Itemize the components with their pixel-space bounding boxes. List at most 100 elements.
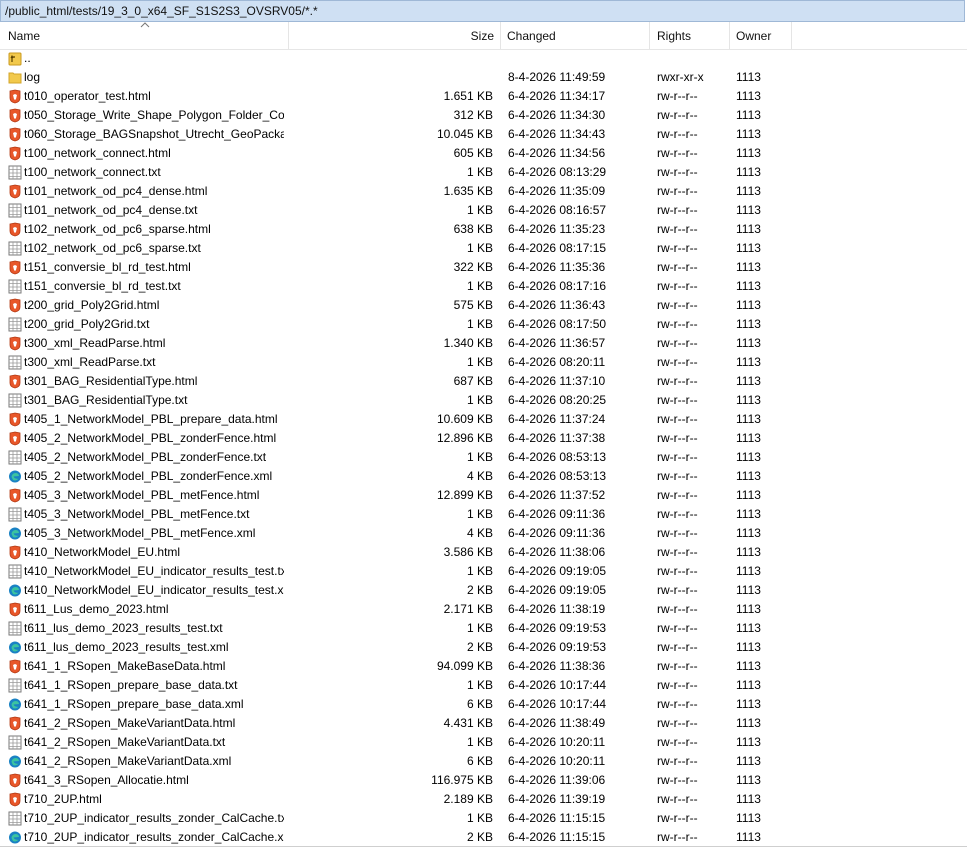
file-rights: rw-r--r-- xyxy=(657,222,698,236)
file-row[interactable]: t010_operator_test.html 1.651 KB 6-4-2026 … xyxy=(0,87,967,106)
file-row[interactable]: t405_3_NetworkModel_PBL_metFence.txt 1 KB… xyxy=(0,505,967,524)
file-rights: rw-r--r-- xyxy=(657,165,698,179)
file-changed: 6-4-2026 11:37:10 xyxy=(508,374,606,388)
html-file-icon xyxy=(8,146,22,161)
file-name: t101_network_od_pc4_dense.html xyxy=(24,184,208,198)
file-owner: 1113 xyxy=(736,89,761,103)
file-row[interactable]: t611_lus_demo_2023_results_test.txt 1 KB 6… xyxy=(0,619,967,638)
file-row[interactable]: t410_NetworkModel_EU.html 3.586 KB 6-4-202… xyxy=(0,543,967,562)
file-name: t151_conversie_bl_rd_test.txt xyxy=(24,279,181,293)
text-file-icon xyxy=(8,355,22,370)
file-row[interactable]: t301_BAG_ResidentialType.txt 1 KB 6-4-2026… xyxy=(0,391,967,410)
html-file-icon xyxy=(8,222,22,237)
file-changed: 6-4-2026 08:17:15 xyxy=(508,241,607,255)
file-size: 1 KB xyxy=(466,393,493,407)
file-row[interactable]: t410_NetworkModel_EU_indicator_results_t… xyxy=(0,581,967,600)
file-rights: rw-r--r-- xyxy=(657,469,698,483)
parent-folder-icon xyxy=(8,51,22,66)
file-row[interactable]: t641_2_RSopen_MakeVariantData.html 4.431 … xyxy=(0,714,967,733)
html-file-icon xyxy=(8,545,22,560)
file-size: 6 KB xyxy=(466,697,493,711)
file-row[interactable]: t641_2_RSopen_MakeVariantData.txt 1 KB 6-4… xyxy=(0,733,967,752)
file-row[interactable]: t641_2_RSopen_MakeVariantData.xml 6 KB 6-4… xyxy=(0,752,967,771)
file-row[interactable]: t102_network_od_pc6_sparse.html 638 KB 6-4… xyxy=(0,220,967,239)
file-size: 10.045 KB xyxy=(436,127,493,141)
column-header-size[interactable]: Size xyxy=(289,22,501,49)
file-row[interactable]: t151_conversie_bl_rd_test.txt 1 KB 6-4-202… xyxy=(0,277,967,296)
file-rights: rw-r--r-- xyxy=(657,716,698,730)
file-changed: 6-4-2026 08:20:25 xyxy=(508,393,607,407)
file-row[interactable]: t641_1_RSopen_prepare_base_data.txt 1 KB 6… xyxy=(0,676,967,695)
file-row[interactable]: t060_Storage_BAGSnapshot_Utrecht_GeoPack… xyxy=(0,125,967,144)
file-row[interactable]: t050_Storage_Write_Shape_Polygon_Folder_… xyxy=(0,106,967,125)
file-row[interactable]: t100_network_connect.html 605 KB 6-4-2026 … xyxy=(0,144,967,163)
file-owner: 1113 xyxy=(736,127,761,141)
file-name: t060_Storage_BAGSnapshot_Utrecht_GeoPack… xyxy=(24,127,284,141)
file-size: 4 KB xyxy=(466,469,493,483)
file-row[interactable]: t405_3_NetworkModel_PBL_metFence.xml 4 KB… xyxy=(0,524,967,543)
file-owner: 1113 xyxy=(736,545,761,559)
file-row[interactable]: t710_2UP_indicator_results_zonder_CalCac… xyxy=(0,828,967,847)
file-row[interactable]: t405_2_NetworkModel_PBL_zonderFence.txt 1… xyxy=(0,448,967,467)
file-rights: rw-r--r-- xyxy=(657,146,698,160)
file-changed: 6-4-2026 09:19:05 xyxy=(508,583,607,597)
file-name: t300_xml_ReadParse.txt xyxy=(24,355,156,369)
file-row[interactable]: t641_1_RSopen_prepare_base_data.xml 6 KB 6… xyxy=(0,695,967,714)
file-row[interactable]: t405_2_NetworkModel_PBL_zonderFence.html… xyxy=(0,429,967,448)
file-owner: 1113 xyxy=(736,203,761,217)
file-row[interactable]: t611_Lus_demo_2023.html 2.171 KB 6-4-2026 … xyxy=(0,600,967,619)
file-row[interactable]: t101_network_od_pc4_dense.html 1.635 KB 6-… xyxy=(0,182,967,201)
file-name: t641_1_RSopen_MakeBaseData.html xyxy=(24,659,226,673)
file-owner: 1113 xyxy=(736,222,761,236)
file-row[interactable]: log 8-4-2026 11:49:59 rwxr-xr-x 1113 xyxy=(0,68,967,87)
file-row[interactable]: t405_2_NetworkModel_PBL_zonderFence.xml 4… xyxy=(0,467,967,486)
file-size xyxy=(290,49,493,68)
file-name: t641_1_RSopen_prepare_base_data.txt xyxy=(24,678,238,692)
file-changed xyxy=(508,49,648,68)
file-row[interactable]: t301_BAG_ResidentialType.html 687 KB 6-4-2… xyxy=(0,372,967,391)
file-row[interactable]: t611_lus_demo_2023_results_test.xml 2 KB 6… xyxy=(0,638,967,657)
file-rights: rw-r--r-- xyxy=(657,393,698,407)
file-row[interactable]: t102_network_od_pc6_sparse.txt 1 KB 6-4-20… xyxy=(0,239,967,258)
text-file-icon xyxy=(8,393,22,408)
file-rights: rw-r--r-- xyxy=(657,659,698,673)
file-row[interactable]: t410_NetworkModel_EU_indicator_results_t… xyxy=(0,562,967,581)
file-owner: 1113 xyxy=(736,70,761,84)
column-header-owner[interactable]: Owner xyxy=(730,22,792,49)
file-rights: rw-r--r-- xyxy=(657,260,698,274)
file-size: 94.099 KB xyxy=(436,659,493,673)
path-bar[interactable]: /public_html/tests/19_3_0_x64_SF_S1S2S3_… xyxy=(0,0,965,22)
file-size: 1 KB xyxy=(466,564,493,578)
text-file-icon xyxy=(8,317,22,332)
file-owner: 1113 xyxy=(736,697,761,711)
file-row[interactable]: .. xyxy=(0,49,967,68)
file-changed: 6-4-2026 10:17:44 xyxy=(508,697,607,711)
file-row[interactable]: t641_1_RSopen_MakeBaseData.html 94.099 KB… xyxy=(0,657,967,676)
file-row[interactable]: t100_network_connect.txt 1 KB 6-4-2026 08:… xyxy=(0,163,967,182)
file-name: t405_1_NetworkModel_PBL_prepare_data.htm… xyxy=(24,412,278,426)
file-row[interactable]: t101_network_od_pc4_dense.txt 1 KB 6-4-202… xyxy=(0,201,967,220)
file-changed: 6-4-2026 11:36:43 xyxy=(508,298,606,312)
file-row[interactable]: t300_xml_ReadParse.txt 1 KB 6-4-2026 08:20… xyxy=(0,353,967,372)
file-row[interactable]: t200_grid_Poly2Grid.html 575 KB 6-4-2026 1… xyxy=(0,296,967,315)
file-owner: 1113 xyxy=(736,678,761,692)
file-name: t301_BAG_ResidentialType.html xyxy=(24,374,198,388)
file-row[interactable]: t405_1_NetworkModel_PBL_prepare_data.htm… xyxy=(0,410,967,429)
column-header-rights[interactable]: Rights xyxy=(650,22,730,49)
file-row[interactable]: t300_xml_ReadParse.html 1.340 KB 6-4-2026 … xyxy=(0,334,967,353)
file-row[interactable]: t405_3_NetworkModel_PBL_metFence.html 12.… xyxy=(0,486,967,505)
file-row[interactable]: t641_3_RSopen_Allocatie.html 116.975 KB 6-… xyxy=(0,771,967,790)
file-size: 312 KB xyxy=(453,108,493,122)
file-row[interactable]: t710_2UP_indicator_results_zonder_CalCac… xyxy=(0,809,967,828)
file-changed: 6-4-2026 11:35:09 xyxy=(508,184,606,198)
column-header-changed[interactable]: Changed xyxy=(501,22,650,49)
file-owner: 1113 xyxy=(736,811,761,825)
file-changed: 6-4-2026 08:20:11 xyxy=(508,355,606,369)
file-rights: rw-r--r-- xyxy=(657,602,698,616)
file-rights: rw-r--r-- xyxy=(657,640,698,654)
html-file-icon xyxy=(8,792,22,807)
file-row[interactable]: t710_2UP.html 2.189 KB 6-4-2026 11:39:19 rw… xyxy=(0,790,967,809)
file-row[interactable]: t200_grid_Poly2Grid.txt 1 KB 6-4-2026 08:1… xyxy=(0,315,967,334)
file-owner: 1113 xyxy=(736,830,761,844)
file-row[interactable]: t151_conversie_bl_rd_test.html 322 KB 6-4-… xyxy=(0,258,967,277)
